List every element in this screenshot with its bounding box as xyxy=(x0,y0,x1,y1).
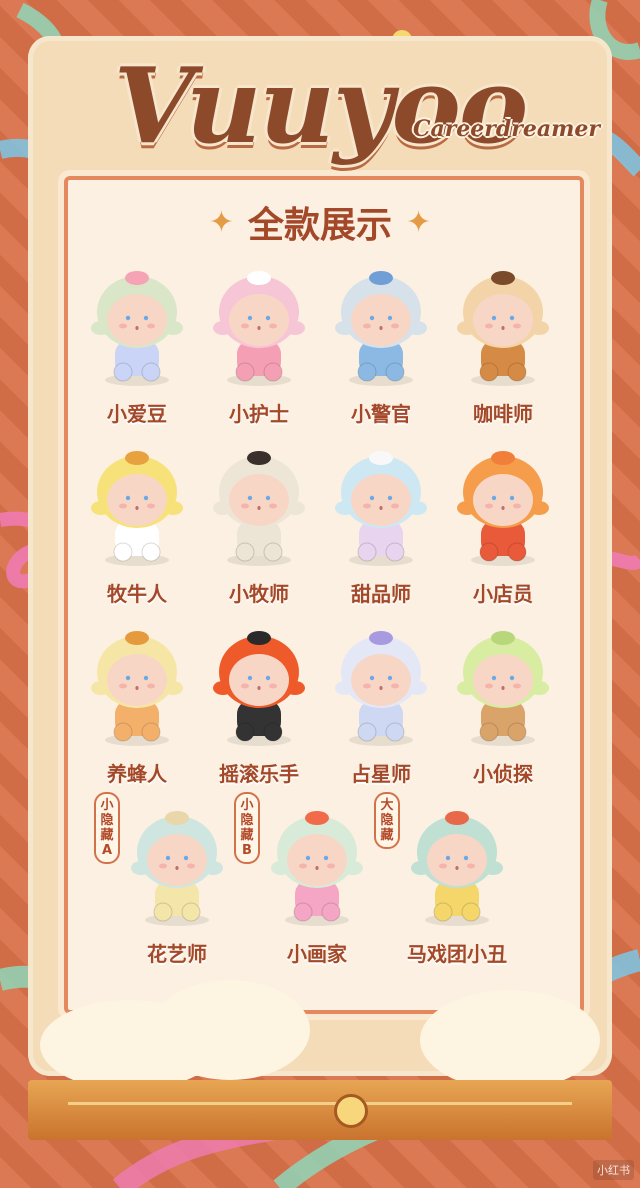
section-title-text: 全款展示 xyxy=(247,205,392,246)
figure-name: 甜品师 xyxy=(351,582,411,606)
secret-tag: 小隐藏A xyxy=(94,792,120,864)
figure-image xyxy=(331,262,431,388)
figure-card: 占星师 xyxy=(320,618,442,798)
figure-image xyxy=(209,442,309,568)
figure-image xyxy=(453,442,553,568)
figure-name: 马戏团小丑 xyxy=(407,942,507,966)
figure-card: 小画家 小隐藏B xyxy=(234,792,378,978)
figure-card: 养蜂人 xyxy=(76,618,198,798)
figure-card: 马戏团小丑 大隐藏 xyxy=(374,792,518,978)
figure-name: 小爱豆 xyxy=(107,402,167,426)
figure-card: 牧牛人 xyxy=(76,438,198,618)
stage-trim xyxy=(68,1102,572,1105)
figure-name: 小画家 xyxy=(287,942,347,966)
cloud-decoration xyxy=(150,980,310,1080)
secret-tag: 小隐藏B xyxy=(234,792,260,864)
section-title: ✦ 全款展示 ✦ xyxy=(0,196,640,248)
figure-name: 小护士 xyxy=(229,402,289,426)
figure-name: 花艺师 xyxy=(147,942,207,966)
figure-image xyxy=(267,802,367,928)
figure-card: 小警官 xyxy=(320,258,442,438)
figure-name: 养蜂人 xyxy=(107,762,167,786)
figure-card: 小侦探 xyxy=(442,618,564,798)
figure-image xyxy=(407,802,507,928)
secret-tag: 大隐藏 xyxy=(374,792,400,849)
figure-image xyxy=(87,442,187,568)
figure-name: 小牧师 xyxy=(229,582,289,606)
figure-name: 咖啡师 xyxy=(473,402,533,426)
figure-card: 花艺师 小隐藏A xyxy=(94,792,238,978)
watermark: 小红书 xyxy=(593,1160,634,1180)
figure-card: 小爱豆 xyxy=(76,258,198,438)
figure-card: 甜品师 xyxy=(320,438,442,618)
figure-image xyxy=(209,262,309,388)
sparkle-icon: ✦ xyxy=(208,204,234,240)
figure-image xyxy=(87,622,187,748)
figure-card: 咖啡师 xyxy=(442,258,564,438)
brand-logo: Vuuyoo Careerdreamer xyxy=(40,44,600,184)
sparkle-icon: ✦ xyxy=(406,204,432,240)
cloud-decoration xyxy=(420,990,600,1090)
figure-name: 小店员 xyxy=(473,582,533,606)
figure-card: 小护士 xyxy=(198,258,320,438)
figure-name: 牧牛人 xyxy=(107,582,167,606)
figure-image xyxy=(331,622,431,748)
figure-name: 占星师 xyxy=(351,762,411,786)
stage-base xyxy=(28,1080,612,1140)
figure-image xyxy=(453,622,553,748)
stage-emblem-icon xyxy=(334,1094,368,1128)
figure-name: 小警官 xyxy=(351,402,411,426)
figure-card: 小牧师 xyxy=(198,438,320,618)
figure-name: 摇滚乐手 xyxy=(219,762,299,786)
figure-image xyxy=(87,262,187,388)
figure-image xyxy=(453,262,553,388)
figure-image xyxy=(209,622,309,748)
figure-name: 小侦探 xyxy=(473,762,533,786)
logo-subtitle: Careerdreamer xyxy=(412,116,600,142)
logo-text: Vuuyoo xyxy=(113,44,528,167)
figure-image xyxy=(331,442,431,568)
figure-card: 摇滚乐手 xyxy=(198,618,320,798)
figure-image xyxy=(127,802,227,928)
figure-card: 小店员 xyxy=(442,438,564,618)
